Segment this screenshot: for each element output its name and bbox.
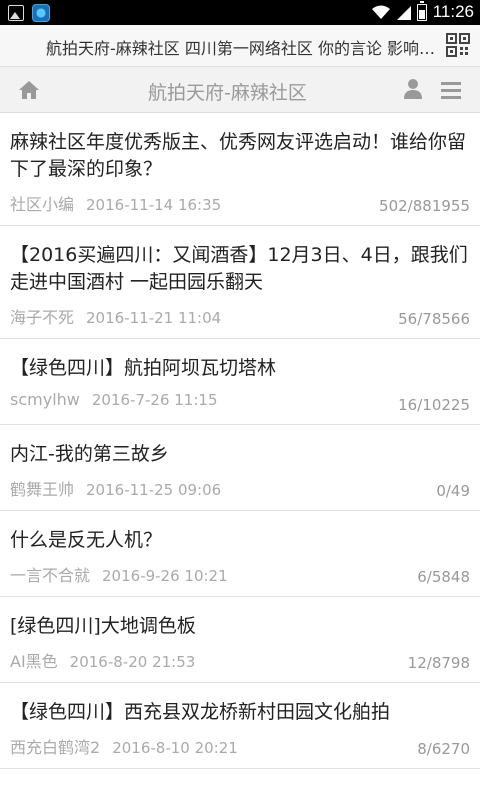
wifi-icon [371, 5, 390, 19]
post-title[interactable]: 麻辣社区年度优秀版主、优秀网友评选启动！谁给你留下了最深的印象？ [10, 129, 470, 183]
qr-code-icon[interactable] [446, 33, 470, 57]
post-date: 2016-11-21 11:04 [86, 309, 222, 327]
post-date: 2016-11-14 16:35 [86, 196, 222, 214]
post-date: 2016-9-26 10:21 [102, 567, 228, 585]
post-date: 2016-7-26 11:15 [91, 391, 218, 409]
page-title: 航拍天府-麻辣社区 [148, 82, 307, 104]
post-item[interactable]: 【绿色四川】航拍阿坝瓦切塔林 scmylhw 2016-7-26 11:15 16… [0, 339, 480, 425]
post-list: 麻辣社区年度优秀版主、优秀网友评选启动！谁给你留下了最深的印象？ 社区小编 201… [0, 113, 480, 769]
page-url-title[interactable]: 航拍天府-麻辣社区 四川第一网络社区 你的言论 影响四川 [46, 35, 436, 59]
post-date: 2016-11-25 09:06 [86, 481, 222, 499]
battery-fill [418, 9, 425, 19]
post-item[interactable]: 【2016买遍四川：又闻酒香】12月3日、4日，跟我们走进中国酒村 一起田园乐翻… [0, 226, 480, 339]
post-title[interactable]: 【绿色四川】航拍阿坝瓦切塔林 [10, 355, 470, 382]
post-reply-view-count: 6/5848 [417, 568, 470, 586]
post-title[interactable]: 内江-我的第三故乡 [10, 441, 470, 468]
signal-icon [396, 6, 411, 20]
post-item[interactable]: 内江-我的第三故乡 鹤舞王帅 2016-11-25 09:06 0/49 [0, 425, 480, 511]
post-item[interactable]: 什么是反无人机？ 一言不合就 2016-9-26 10:21 6/5848 [0, 511, 480, 597]
post-author: 一言不合就 [10, 566, 91, 585]
post-date: 2016-8-10 20:21 [112, 739, 238, 757]
menu-icon[interactable] [440, 80, 462, 100]
status-time: 11:26 [432, 2, 474, 21]
app-header: 航拍天府-麻辣社区 [0, 67, 480, 113]
post-author: 社区小编 [10, 195, 75, 214]
post-reply-view-count: 0/49 [436, 482, 470, 500]
post-reply-view-count: 16/10225 [398, 396, 470, 414]
battery-icon [416, 0, 427, 21]
post-meta: 西充白鹤湾2 2016-8-10 20:21 8/6270 [10, 734, 470, 758]
post-author: 鹤舞王帅 [10, 480, 75, 499]
post-reply-view-count: 12/8798 [407, 654, 470, 672]
post-meta: scmylhw 2016-7-26 11:15 16/10225 [10, 390, 470, 414]
address-bar[interactable]: 航拍天府-麻辣社区 四川第一网络社区 你的言论 影响四川 [0, 25, 480, 67]
post-meta: 一言不合就 2016-9-26 10:21 6/5848 [10, 562, 470, 586]
post-item[interactable]: [绿色四川]大地调色板 AI黑色 2016-8-20 21:53 12/8798 [0, 597, 480, 683]
post-author: 海子不死 [10, 308, 75, 327]
post-item[interactable]: 【绿色四川】西充县双龙桥新村田园文化舶拍 西充白鹤湾2 2016-8-10 20:… [0, 683, 480, 769]
user-icon[interactable] [402, 78, 424, 100]
post-author: AI黑色 [10, 652, 58, 671]
post-reply-view-count: 502/881955 [379, 197, 470, 215]
post-author: 西充白鹤湾2 [10, 738, 101, 757]
post-item[interactable]: 麻辣社区年度优秀版主、优秀网友评选启动！谁给你留下了最深的印象？ 社区小编 201… [0, 113, 480, 226]
post-meta: AI黑色 2016-8-20 21:53 12/8798 [10, 648, 470, 672]
post-title[interactable]: [绿色四川]大地调色板 [10, 613, 470, 640]
post-date: 2016-8-20 21:53 [69, 653, 196, 671]
post-title[interactable]: 【绿色四川】西充县双龙桥新村田园文化舶拍 [10, 699, 470, 726]
status-bar: 11:26 [0, 0, 480, 25]
image-icon [8, 5, 24, 21]
home-icon[interactable] [18, 79, 40, 101]
post-meta: 海子不死 2016-11-21 11:04 56/78566 [10, 304, 470, 328]
post-title[interactable]: 【2016买遍四川：又闻酒香】12月3日、4日，跟我们走进中国酒村 一起田园乐翻… [10, 242, 470, 296]
post-author: scmylhw [10, 390, 80, 409]
post-meta: 社区小编 2016-11-14 16:35 502/881955 [10, 191, 470, 215]
post-title[interactable]: 什么是反无人机？ [10, 527, 470, 554]
status-bar-left [8, 4, 50, 22]
post-reply-view-count: 8/6270 [417, 740, 470, 758]
post-reply-view-count: 56/78566 [398, 310, 470, 328]
app-icon [32, 4, 50, 22]
status-bar-right: 11:26 [371, 0, 474, 22]
post-meta: 鹤舞王帅 2016-11-25 09:06 0/49 [10, 476, 470, 500]
